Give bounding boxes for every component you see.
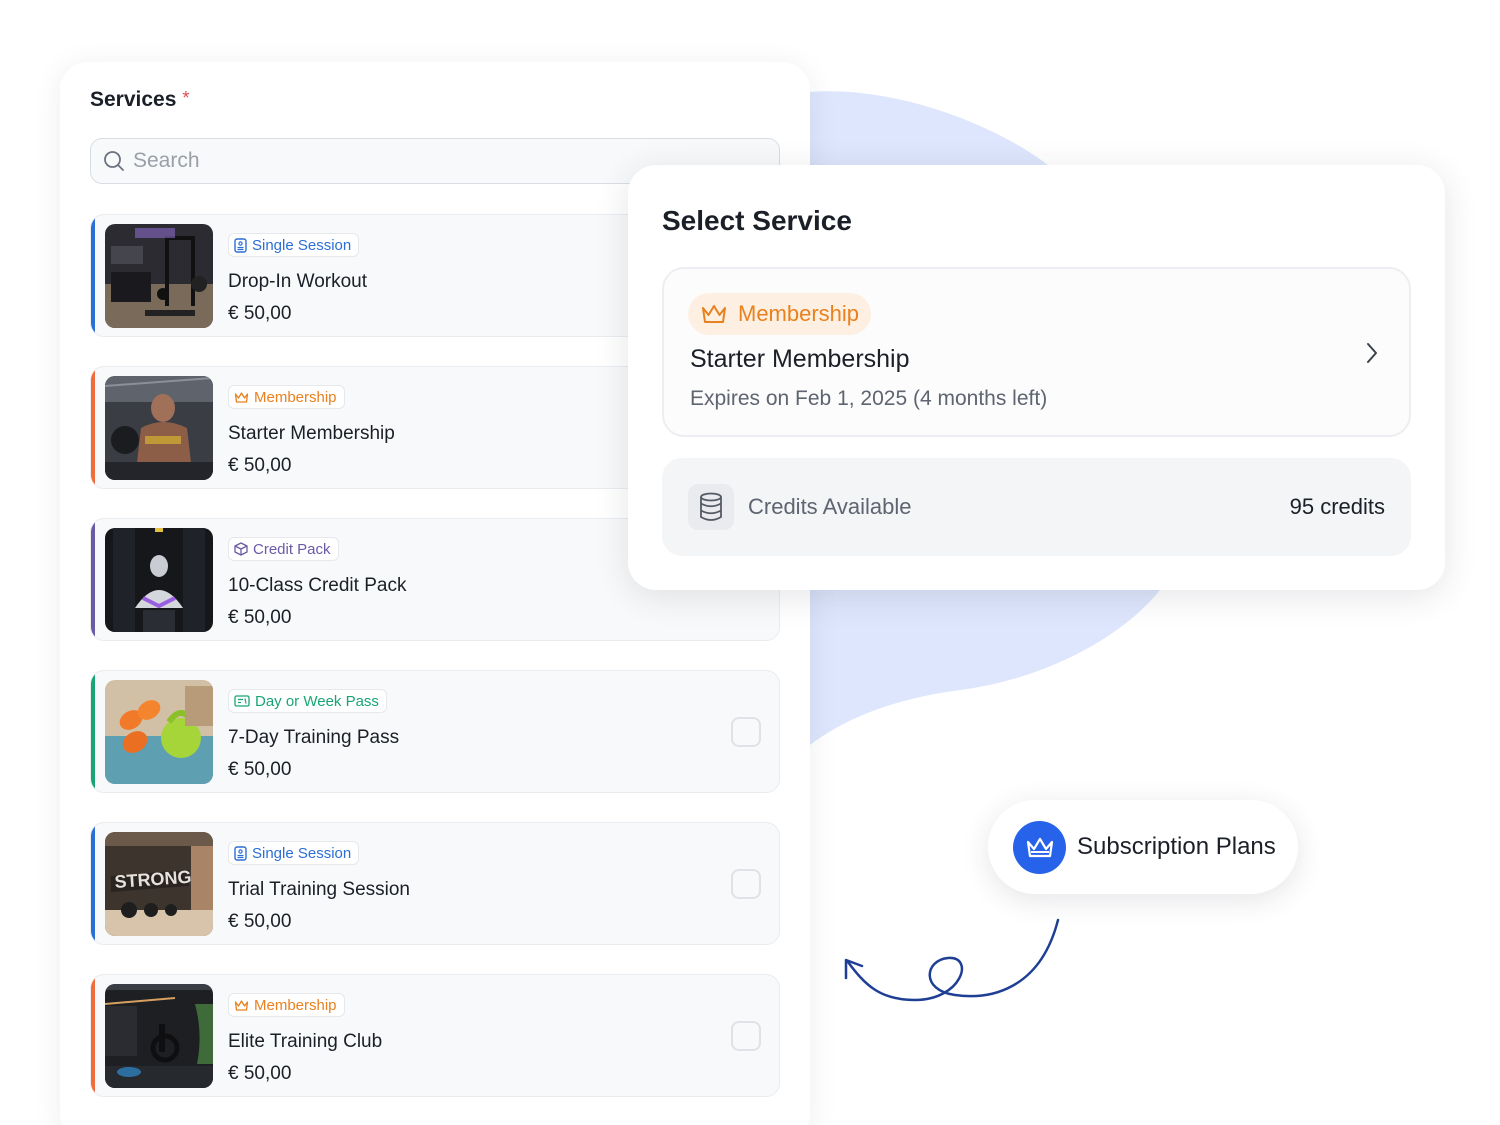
membership-badge: Membership <box>688 293 872 335</box>
service-price: € 50,00 <box>228 455 292 476</box>
accent-bar <box>91 823 95 944</box>
badge-label: Day or Week Pass <box>255 692 379 710</box>
membership-plan-card[interactable]: Membership Starter Membership Expires on… <box>662 267 1411 437</box>
service-price: € 50,00 <box>228 759 292 780</box>
accent-bar <box>91 215 95 336</box>
select-checkbox[interactable] <box>731 717 761 747</box>
id-card-icon <box>234 237 247 253</box>
ticket-icon <box>234 695 250 707</box>
service-name: Elite Training Club <box>228 1031 383 1052</box>
service-name: 10-Class Credit Pack <box>228 575 407 596</box>
accent-bar <box>91 671 95 792</box>
service-item-7-day-pass[interactable]: Day or Week Pass 7-Day Training Pass € 5… <box>90 670 780 793</box>
search-icon <box>104 151 124 171</box>
box-icon <box>234 542 248 556</box>
athlete-photo <box>105 376 213 480</box>
credits-value: 95 credits <box>1289 494 1385 519</box>
crown-icon <box>702 305 726 323</box>
crown-icon <box>234 391 249 403</box>
badge-label: Single Session <box>252 236 352 254</box>
badge-label: Membership <box>254 996 337 1014</box>
membership-badge-label: Membership <box>738 301 860 326</box>
required-mark: * <box>182 88 190 108</box>
service-thumbnail: STRONG <box>105 832 213 936</box>
database-icon <box>688 484 734 530</box>
chevron-right-icon <box>1367 343 1377 363</box>
badge-label: Credit Pack <box>253 540 331 558</box>
credits-label: Credits Available <box>748 494 912 519</box>
dark-gym-photo <box>105 984 213 1088</box>
services-title: Services * <box>90 88 189 112</box>
service-type-badge: Membership <box>228 993 345 1017</box>
service-type-badge: Single Session <box>228 841 360 865</box>
badge-label: Single Session <box>252 844 352 862</box>
credits-available-bar: Credits Available 95 credits <box>662 458 1411 556</box>
crown-icon <box>234 999 249 1011</box>
service-item-trial-training[interactable]: STRONG Single Session Trial Training Ses… <box>90 822 780 945</box>
service-thumbnail <box>105 680 213 784</box>
stay-strong-wall-photo: STRONG <box>105 832 213 936</box>
select-checkbox[interactable] <box>731 1021 761 1051</box>
accent-bar <box>91 519 95 640</box>
plan-expiry: Expires on Feb 1, 2025 (4 months left) <box>690 387 1048 410</box>
service-type-badge: Day or Week Pass <box>228 689 387 713</box>
service-price: € 50,00 <box>228 607 292 628</box>
crown-icon <box>1013 821 1066 874</box>
service-thumbnail <box>105 376 213 480</box>
subscription-plans-label: Subscription Plans <box>1077 833 1276 860</box>
service-thumbnail <box>105 984 213 1088</box>
service-item-elite-training-club[interactable]: Membership Elite Training Club € 50,00 <box>90 974 780 1097</box>
service-price: € 50,00 <box>228 911 292 932</box>
curly-arrow <box>846 918 1060 1002</box>
service-type-badge: Credit Pack <box>228 537 339 561</box>
service-price: € 50,00 <box>228 1063 292 1084</box>
services-title-text: Services <box>90 88 177 111</box>
badge-label: Membership <box>254 388 337 406</box>
service-name: 7-Day Training Pass <box>228 727 400 748</box>
select-checkbox[interactable] <box>731 869 761 899</box>
service-thumbnail <box>105 528 213 632</box>
accent-bar <box>91 975 95 1096</box>
select-service-title: Select Service <box>662 205 852 236</box>
service-type-badge: Membership <box>228 385 345 409</box>
mannequin-photo <box>105 528 213 632</box>
id-card-icon <box>234 845 247 861</box>
service-name: Drop-In Workout <box>228 271 368 292</box>
plan-name: Starter Membership <box>690 345 910 373</box>
select-service-panel: Select Service Membership Starter Member… <box>628 165 1445 590</box>
service-name: Starter Membership <box>228 423 395 444</box>
service-type-badge: Single Session <box>228 233 360 257</box>
dumbbells-photo <box>105 680 213 784</box>
gym-equipment-photo <box>105 224 213 328</box>
accent-bar <box>91 367 95 488</box>
subscription-plans-button[interactable]: Subscription Plans <box>988 800 1298 894</box>
service-name: Trial Training Session <box>228 879 410 900</box>
service-price: € 50,00 <box>228 303 292 324</box>
service-thumbnail <box>105 224 213 328</box>
